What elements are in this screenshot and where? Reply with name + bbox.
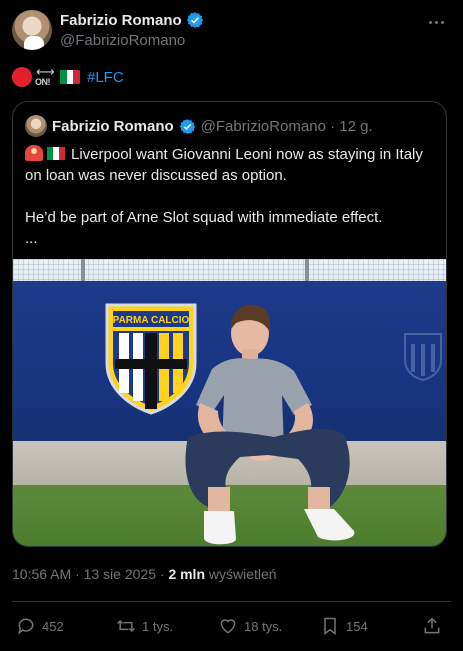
bookmark-count: 154 bbox=[346, 618, 368, 634]
quoted-text-line3: ... bbox=[25, 230, 38, 247]
more-options-icon[interactable] bbox=[425, 12, 447, 32]
repost-count: 1 tys. bbox=[142, 618, 174, 634]
quoted-text-line1: Liverpool want Giovanni Leoni now as sta… bbox=[25, 146, 423, 184]
faded-crest-icon bbox=[404, 333, 442, 382]
verified-badge-icon bbox=[179, 118, 195, 134]
views-label: wyświetleń bbox=[205, 566, 277, 582]
repost-button[interactable]: 1 tys. bbox=[116, 611, 173, 641]
bookmark-button[interactable]: 154 bbox=[320, 611, 368, 641]
tweet-datetime[interactable]: 10:56 AM · 13 sie 2025 · bbox=[12, 566, 168, 582]
hashtag-link[interactable]: #LFC bbox=[87, 69, 124, 86]
tweet-meta: 10:56 AM · 13 sie 2025 · 2 mln wyświetle… bbox=[12, 566, 277, 582]
author-handle[interactable]: @FabrizioRomano bbox=[60, 32, 204, 49]
tweet-header: Fabrizio Romano @FabrizioRomano bbox=[12, 10, 451, 54]
repost-icon bbox=[117, 619, 135, 633]
quoted-avatar bbox=[25, 115, 47, 137]
tweet-actions: 452 1 tys. 18 tys. 154 bbox=[12, 611, 451, 641]
reply-icon bbox=[18, 618, 34, 635]
author-avatar[interactable] bbox=[12, 10, 52, 50]
bookmark-icon bbox=[324, 617, 336, 635]
heart-icon bbox=[220, 619, 236, 634]
quoted-text: Liverpool want Giovanni Leoni now as sta… bbox=[25, 144, 440, 249]
quoted-handle-time: @FabrizioRomano · 12 g. bbox=[200, 117, 373, 135]
verified-badge-icon bbox=[186, 12, 203, 28]
views-count: 2 mln bbox=[168, 566, 206, 582]
share-icon bbox=[424, 617, 440, 634]
divider bbox=[12, 601, 451, 602]
reply-button[interactable]: 452 bbox=[16, 611, 64, 641]
share-button[interactable] bbox=[422, 611, 442, 641]
red-circle-emoji-icon bbox=[12, 67, 32, 87]
quoted-header: Fabrizio Romano @FabrizioRomano · 12 g. bbox=[25, 115, 373, 137]
reply-count: 452 bbox=[42, 618, 64, 634]
like-count: 18 tys. bbox=[244, 618, 283, 634]
player-figure bbox=[185, 304, 355, 545]
italy-flag-icon bbox=[47, 147, 65, 160]
on-arrow-emoji-icon: ⟷ ON! bbox=[35, 64, 55, 87]
tweet-text: ⟷ ON! #LFC bbox=[12, 64, 124, 88]
italy-flag-icon bbox=[60, 70, 80, 84]
like-button[interactable]: 18 tys. bbox=[218, 611, 282, 641]
quoted-photo[interactable]: PARMA CALCIO bbox=[13, 259, 446, 546]
author-info: Fabrizio Romano @FabrizioRomano bbox=[60, 11, 204, 49]
quoted-author-name: Fabrizio Romano bbox=[52, 117, 174, 135]
author-name[interactable]: Fabrizio Romano bbox=[60, 12, 182, 29]
quoted-tweet[interactable]: Fabrizio Romano @FabrizioRomano · 12 g. … bbox=[12, 101, 447, 547]
siren-emoji-icon bbox=[25, 145, 43, 161]
quoted-text-line2: He’d be part of Arne Slot squad with imm… bbox=[25, 209, 383, 226]
